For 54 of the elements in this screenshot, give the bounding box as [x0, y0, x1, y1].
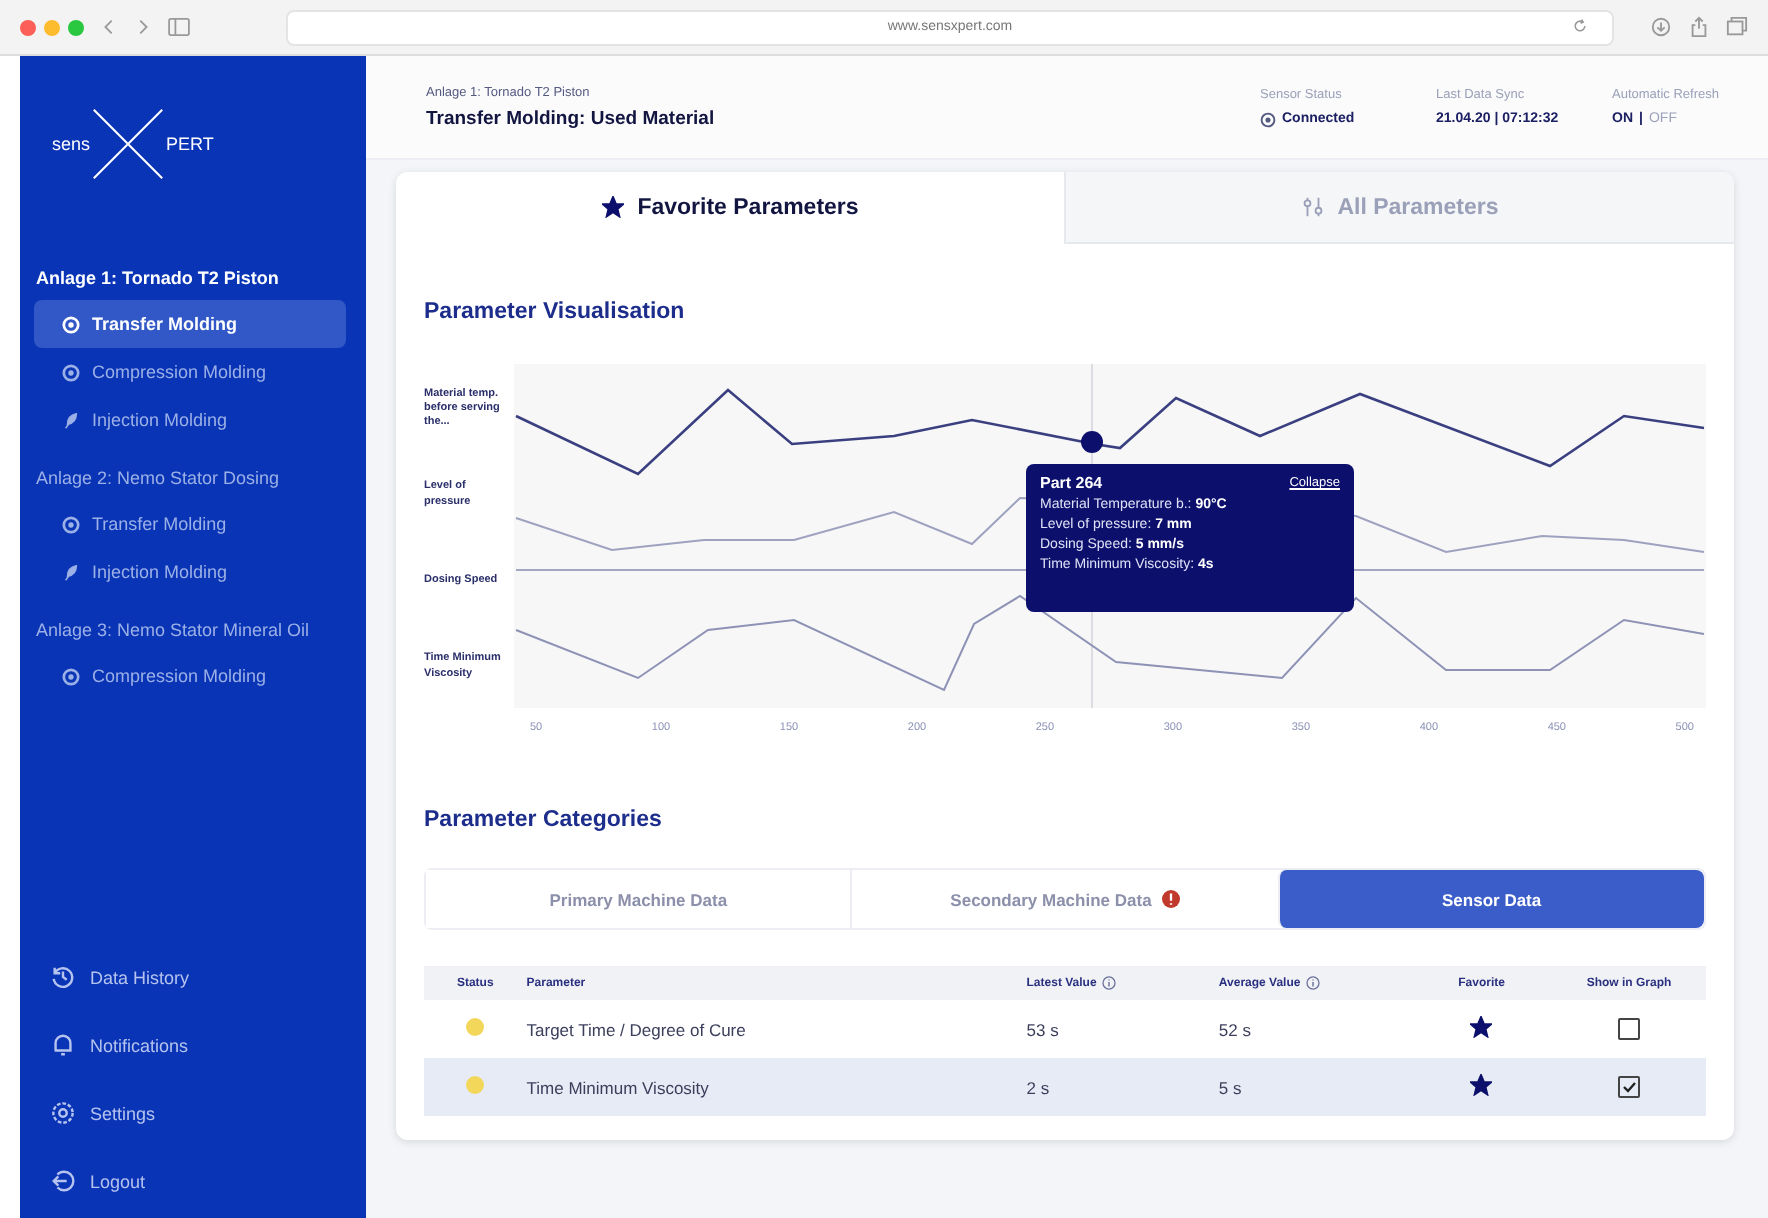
nav-item[interactable]: Logout	[50, 1160, 366, 1202]
back-icon[interactable]	[100, 18, 118, 36]
close-dot[interactable]	[20, 19, 36, 35]
tooltip-title: Part 264	[1040, 474, 1103, 492]
feather-icon	[62, 563, 80, 581]
nav-item[interactable]: Data History	[50, 956, 366, 998]
category-tab[interactable]: Sensor Data	[1277, 870, 1704, 928]
table-row[interactable]: Target Time / Degree of Cure 53 s 52 s	[424, 1000, 1706, 1058]
minimize-dot[interactable]	[44, 19, 60, 35]
nav-item[interactable]: Compression Molding	[34, 652, 346, 700]
reload-icon[interactable]	[1572, 17, 1588, 33]
group-title: Anlage 3: Nemo Stator Mineral Oil	[34, 620, 312, 644]
nav-item[interactable]: Transfer Molding	[34, 300, 346, 348]
nav-item[interactable]: Injection Molding	[34, 548, 346, 596]
nav-item[interactable]: Notifications	[50, 1024, 366, 1066]
nav-item[interactable]: Transfer Molding	[34, 500, 346, 548]
settings-icon	[50, 1100, 76, 1126]
parameter-name: Target Time / Degree of Cure	[526, 1019, 746, 1039]
average-value: 5 s	[1218, 1077, 1242, 1097]
table-row[interactable]: Time Minimum Viscosity 2 s 5 s	[424, 1058, 1706, 1116]
data-point[interactable]	[1081, 431, 1103, 453]
logo-text: sens	[52, 134, 91, 154]
parameter-name: Time Minimum Viscosity	[526, 1077, 709, 1097]
page-title: Transfer Molding: Used Material	[426, 107, 717, 129]
star-icon	[601, 196, 624, 218]
zoom-dot[interactable]	[68, 19, 84, 35]
info-icon[interactable]	[1306, 976, 1321, 990]
checkbox[interactable]	[1618, 1076, 1641, 1099]
sensor-icon	[1260, 111, 1276, 127]
checkbox[interactable]	[1618, 1018, 1641, 1041]
download-icon[interactable]	[1650, 16, 1672, 38]
logo-x-icon	[90, 106, 167, 182]
group-title: Anlage 2: Nemo Stator Dosing	[34, 468, 282, 492]
bell-icon	[50, 1032, 76, 1058]
feather-icon	[62, 411, 80, 429]
sidebar-icon[interactable]	[168, 18, 190, 36]
tab[interactable]: Favorite Parameters	[396, 172, 1064, 244]
nav-item[interactable]: Compression Molding	[34, 348, 346, 396]
latest-value: 2 s	[1026, 1077, 1050, 1097]
forward-icon[interactable]	[134, 18, 152, 36]
share-icon[interactable]	[1688, 16, 1710, 38]
info-icon[interactable]	[1102, 976, 1117, 990]
section-title: Parameter Visualisation	[424, 300, 687, 324]
section-title: Parameter Categories	[424, 808, 664, 832]
nav-item[interactable]: Injection Molding	[34, 396, 346, 444]
logo-text: PERT	[166, 134, 214, 154]
history-icon	[50, 964, 76, 990]
group-title: Anlage 1: Tornado T2 Piston	[34, 268, 281, 292]
tabs-icon[interactable]	[1726, 16, 1748, 38]
sliders-icon	[1301, 196, 1324, 218]
nav-item[interactable]: Settings	[50, 1092, 366, 1134]
logout-icon	[50, 1168, 76, 1194]
average-value: 52 s	[1218, 1019, 1251, 1039]
latest-value: 53 s	[1026, 1019, 1059, 1039]
